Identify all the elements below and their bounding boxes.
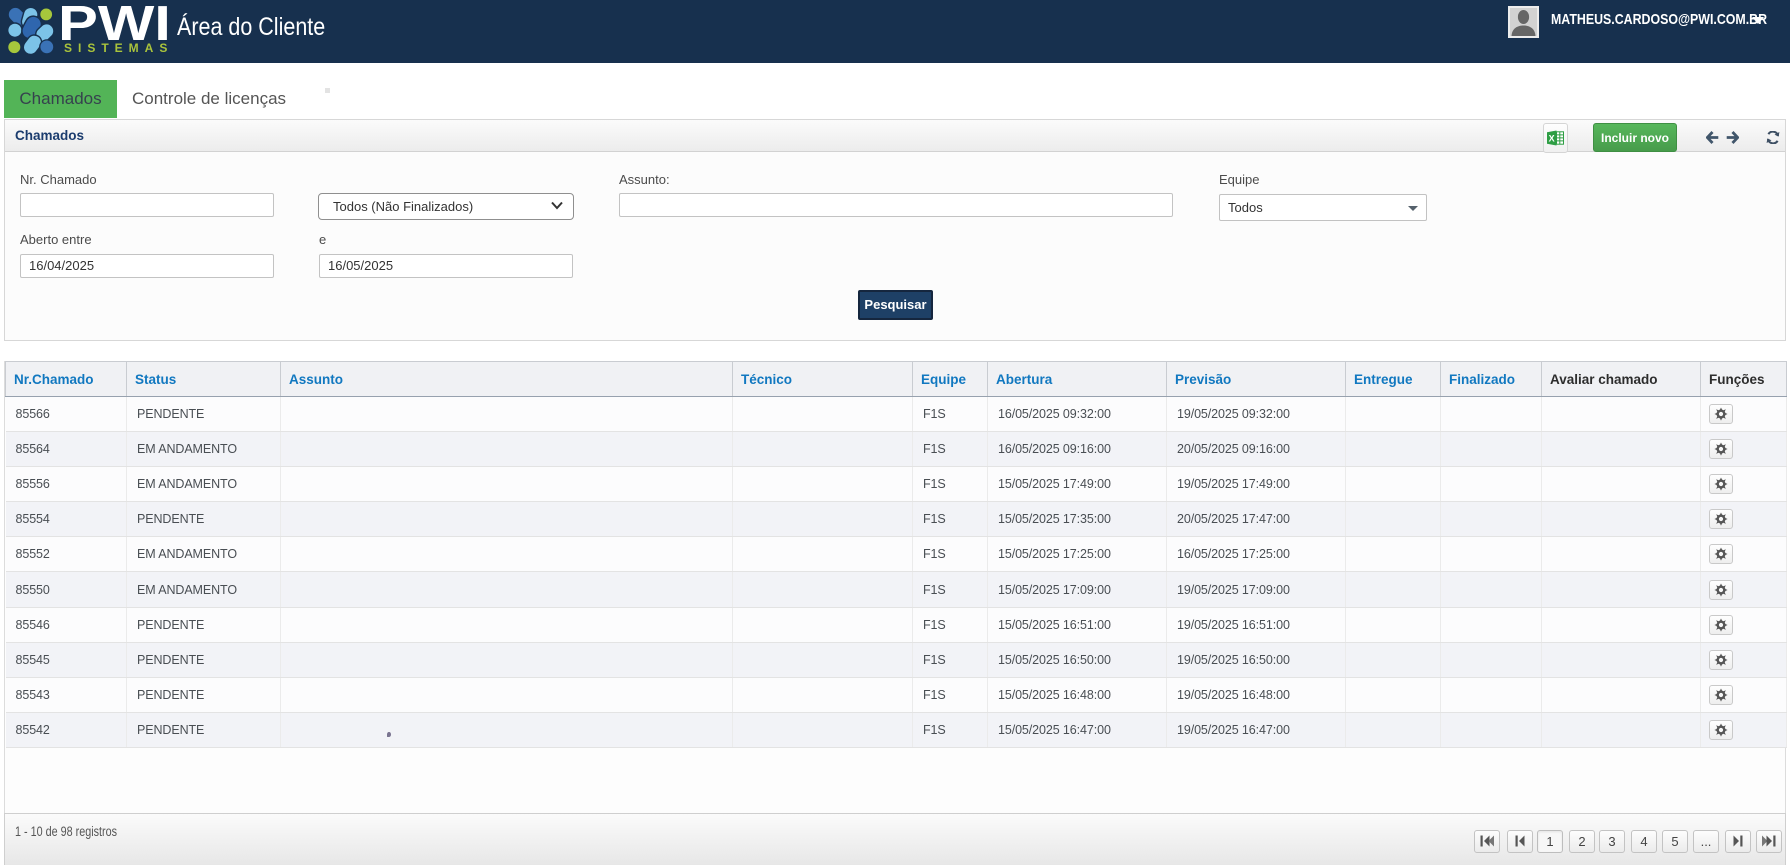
svg-text:X: X <box>1549 133 1555 143</box>
